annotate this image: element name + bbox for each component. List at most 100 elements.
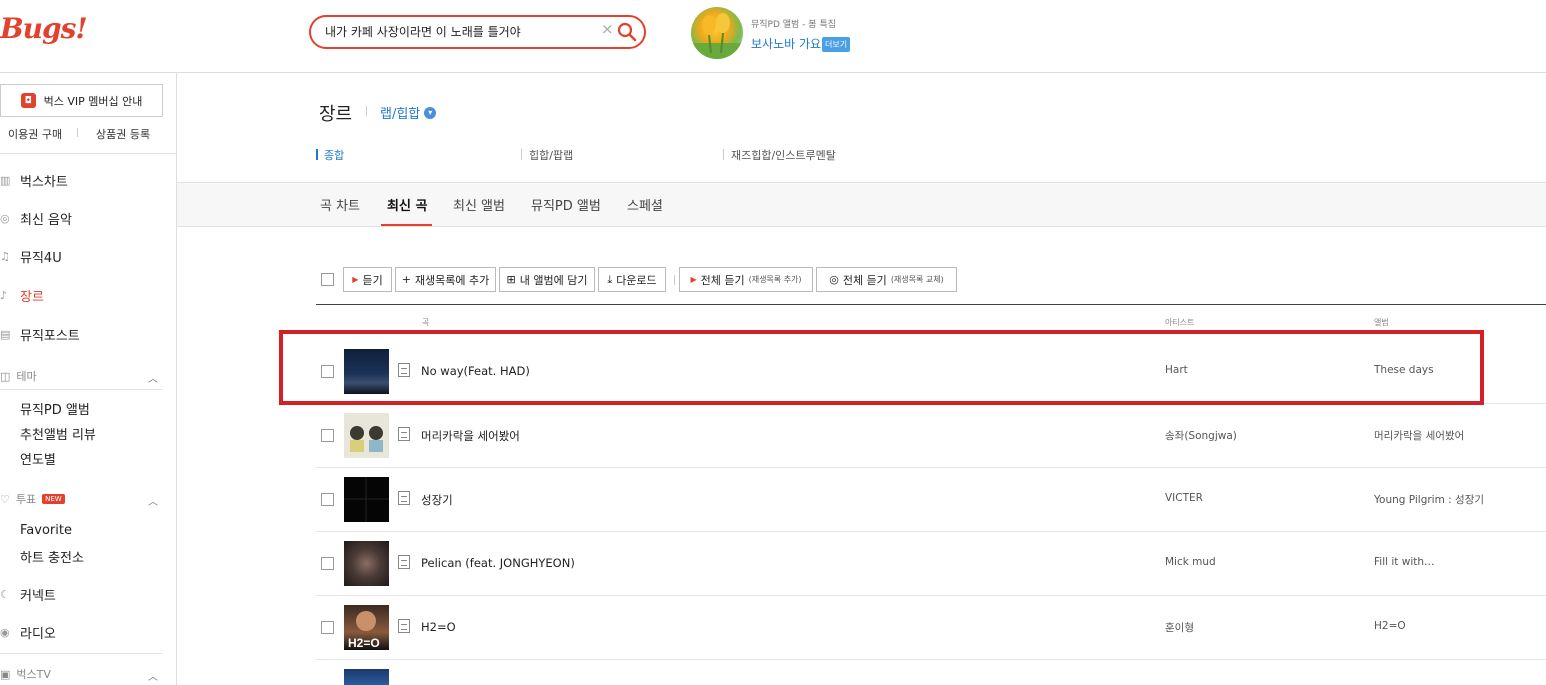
- genre-dropdown[interactable]: 랩/힙합 ▾: [380, 103, 437, 122]
- listen-all-label: 전체 듣기: [700, 273, 745, 287]
- section-label: 테마: [16, 370, 37, 383]
- sidebar-item-chart[interactable]: ▥ 벅스차트: [0, 171, 68, 190]
- section-label: 투표: [15, 493, 37, 506]
- subgenre-hiphop-poprap[interactable]: 힙합/팝랩: [521, 147, 573, 163]
- album-cover[interactable]: H2=O: [344, 605, 389, 650]
- tab-latest-songs[interactable]: 최신 곡: [387, 195, 427, 214]
- listen-all-replace-button[interactable]: ◎ 전체 듣기 (재생목록 교체): [816, 267, 957, 292]
- track-checkbox[interactable]: [321, 621, 334, 634]
- track-row[interactable]: 머리카락을 세어봤어 송좌(Songjwa) 머리카락을 세어봤어: [316, 404, 1546, 468]
- track-title[interactable]: Pelican (feat. JONGHYEON): [421, 556, 575, 570]
- cover-text: H2=O: [348, 636, 380, 650]
- listen-all-add-button[interactable]: ▶ 전체 듣기 (재생목록 추가): [679, 267, 813, 292]
- gift-card-link[interactable]: 상품권 등록: [96, 126, 150, 142]
- sidebar-item-new-music[interactable]: ◎ 최신 음악: [0, 209, 72, 228]
- track-album[interactable]: Young Pilgrim : 성장기: [1374, 492, 1484, 507]
- sidebar: ◘ 벅스 VIP 멤버십 안내 이용권 구매 상품권 등록 ▥ 벅스차트 ◎ 최…: [0, 73, 177, 685]
- music-note-icon: ♫: [0, 250, 10, 263]
- lyrics-icon[interactable]: [398, 555, 410, 569]
- track-album[interactable]: 머리카락을 세어봤어: [1374, 428, 1464, 443]
- track-title[interactable]: 성장기: [421, 492, 453, 508]
- sidebar-section-theme[interactable]: ◫ 테마: [0, 368, 37, 384]
- buy-pass-link[interactable]: 이용권 구매: [8, 126, 62, 142]
- promo-title[interactable]: 보사노바 가요: [751, 35, 821, 52]
- album-cover[interactable]: [344, 477, 389, 522]
- bugs-vip-icon: ◘: [20, 93, 36, 108]
- collapse-icon[interactable]: ︿: [148, 493, 158, 508]
- sidebar-item-musicpost[interactable]: ▤ 뮤직포스트: [0, 325, 80, 344]
- sidebar-item-label: 뮤직포스트: [20, 329, 80, 344]
- bugs-logo[interactable]: Bugs!: [0, 12, 88, 45]
- add-album-button[interactable]: ⊞ 내 앨범에 담기: [499, 267, 595, 292]
- subgenre-jazzhiphop[interactable]: 재즈힙합/인스트루멘탈: [723, 147, 836, 163]
- track-row[interactable]: Pelican (feat. JONGHYEON) Mick mud Fill …: [316, 532, 1546, 596]
- sidebar-item-genre[interactable]: ♪ 장르: [0, 286, 44, 305]
- chart-icon: ▥: [0, 174, 11, 187]
- search-input[interactable]: [325, 24, 595, 38]
- tab-musicpd-albums[interactable]: 뮤직PD 앨범: [531, 195, 601, 214]
- track-album[interactable]: H2=O: [1374, 620, 1406, 632]
- cover-art: [350, 426, 383, 452]
- radio-icon: ◉: [0, 626, 10, 639]
- tab-bar: 곡 차트 최신 곡 최신 앨범 뮤직PD 앨범 스페셜: [177, 182, 1546, 227]
- sidebar-item-label: 벅스차트: [20, 175, 68, 190]
- sidebar-section-bugstv[interactable]: ▣ 벅스TV: [0, 666, 51, 682]
- lyrics-icon[interactable]: [398, 491, 410, 505]
- sidebar-subitem-favorite[interactable]: Favorite: [20, 523, 72, 538]
- album-cover[interactable]: [344, 541, 389, 586]
- track-artist[interactable]: Mick mud: [1165, 556, 1216, 568]
- musicpost-icon: ▤: [0, 328, 11, 341]
- clear-icon[interactable]: ×: [601, 20, 614, 38]
- track-checkbox[interactable]: [321, 493, 334, 506]
- sidebar-item-music4u[interactable]: ♫ 뮤직4U: [0, 247, 62, 266]
- sidebar-item-label: 뮤직4U: [20, 251, 62, 266]
- listen-all-note: (재생목록 교체): [890, 275, 944, 284]
- track-row[interactable]: 성장기 VICTER Young Pilgrim : 성장기: [316, 468, 1546, 532]
- sidebar-subitem-year[interactable]: 연도별: [20, 449, 56, 468]
- listen-button[interactable]: ▶ 듣기: [343, 267, 392, 292]
- album-cover[interactable]: [344, 669, 389, 685]
- sidebar-item-label: 커넥트: [20, 589, 56, 604]
- lyrics-icon[interactable]: [398, 427, 410, 441]
- sidebar-item-radio[interactable]: ◉ 라디오: [0, 623, 56, 642]
- sidebar-item-connect[interactable]: ☾ 커넥트: [0, 585, 56, 604]
- track-artist[interactable]: 훈이형: [1165, 620, 1194, 635]
- download-icon: ⤓: [607, 272, 613, 286]
- track-checkbox[interactable]: [321, 429, 334, 442]
- tab-song-chart[interactable]: 곡 차트: [320, 195, 360, 214]
- sidebar-divider: [0, 153, 177, 154]
- track-artist[interactable]: 송좌(Songjwa): [1165, 428, 1237, 443]
- track-title[interactable]: 머리카락을 세어봤어: [421, 428, 520, 444]
- sidebar-section-vote[interactable]: ♡ 투표 NEW: [0, 491, 65, 507]
- tab-latest-albums[interactable]: 최신 앨범: [453, 195, 505, 214]
- track-row[interactable]: [316, 660, 1546, 685]
- subgenre-all[interactable]: 종합: [316, 147, 344, 163]
- add-playlist-button[interactable]: + 재생목록에 추가: [395, 267, 496, 292]
- track-artist[interactable]: VICTER: [1165, 492, 1203, 504]
- album-cover[interactable]: [344, 413, 389, 458]
- sidebar-subitem-heart-charge[interactable]: 하트 충전소: [20, 547, 84, 566]
- vip-membership-button[interactable]: ◘ 벅스 VIP 멤버십 안내: [0, 84, 163, 117]
- download-button[interactable]: ⤓ 다운로드: [598, 267, 666, 292]
- title-divider: [366, 106, 367, 116]
- sidebar-subitem-review[interactable]: 추천앨범 리뷰: [20, 424, 96, 443]
- link-divider: [77, 128, 78, 137]
- tab-special[interactable]: 스페셜: [627, 195, 663, 214]
- promo-album-image[interactable]: [691, 7, 743, 59]
- collapse-icon[interactable]: ︿: [148, 370, 158, 385]
- track-checkbox[interactable]: [321, 557, 334, 570]
- track-album[interactable]: Fill it with…: [1374, 556, 1435, 568]
- vip-label: 벅스 VIP 멤버십 안내: [43, 94, 143, 108]
- search-icon[interactable]: [617, 22, 637, 42]
- sidebar-subitem-musicpd[interactable]: 뮤직PD 앨범: [20, 399, 90, 418]
- genre-selected-value: 랩/힙합: [380, 107, 421, 122]
- lyrics-icon[interactable]: [398, 619, 410, 633]
- play-icon: ▶: [690, 275, 697, 284]
- track-row[interactable]: H2=O H2=O 훈이형 H2=O: [316, 596, 1546, 660]
- select-all-checkbox[interactable]: [321, 273, 334, 286]
- track-title[interactable]: H2=O: [421, 620, 456, 634]
- heart-icon: ♡: [0, 492, 10, 506]
- promo-more-button[interactable]: 더보기: [822, 37, 851, 52]
- collapse-icon[interactable]: ︿: [148, 668, 158, 683]
- sidebar-item-label: 라디오: [20, 627, 56, 642]
